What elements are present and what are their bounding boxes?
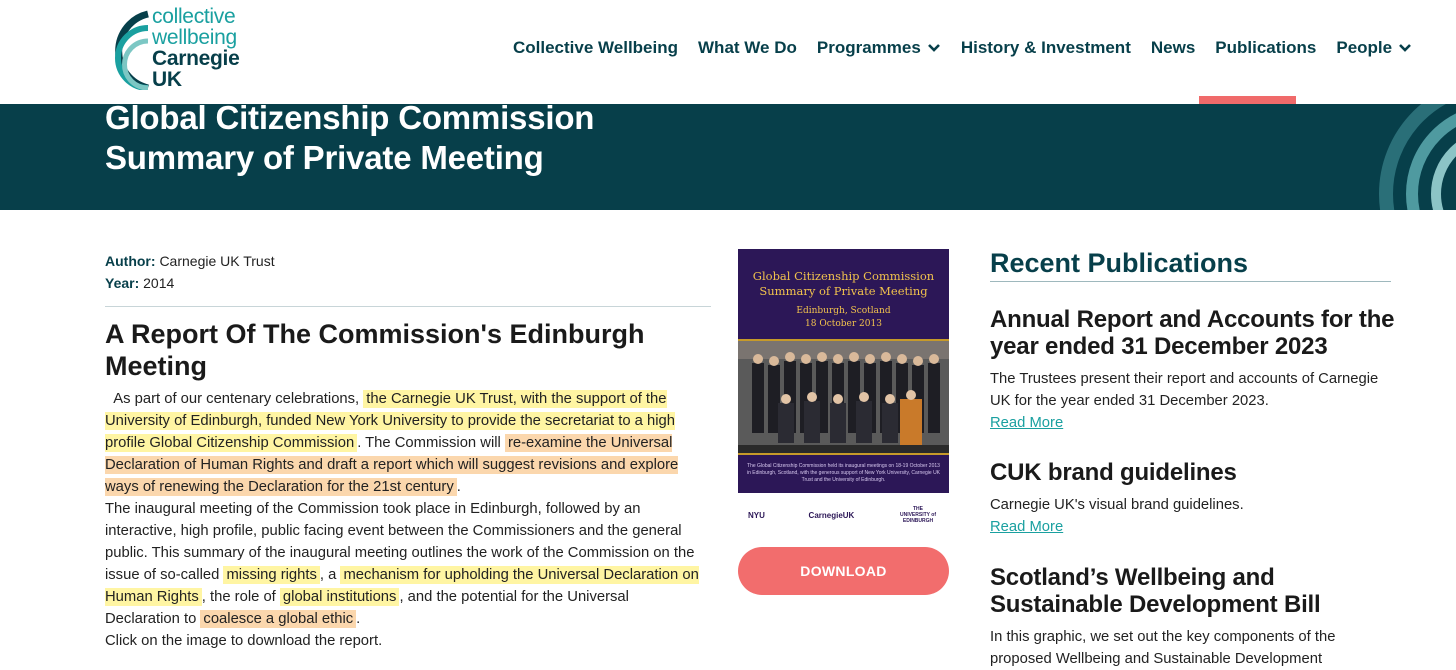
- nav-label: Collective Wellbeing: [513, 38, 679, 57]
- nav-item-people[interactable]: People: [1336, 37, 1412, 59]
- cover-group-photo: [738, 339, 949, 455]
- page-title-line-2: Summary of Private Meeting: [105, 139, 544, 176]
- cover-title: Global Citizenship Commission Summary of…: [738, 269, 949, 299]
- publication-title[interactable]: Scotland’s Wellbeing and Sustainable Dev…: [990, 564, 1400, 618]
- site-header: collective wellbeing Carnegie UK Collect…: [0, 0, 1456, 104]
- publication-title[interactable]: CUK brand guidelines: [990, 459, 1400, 486]
- download-hint: Click on the image to download the repor…: [105, 633, 383, 649]
- meta-divider: [105, 306, 711, 307]
- report-body: As part of our centenary celebrations, t…: [105, 388, 705, 652]
- chevron-down-icon: [927, 44, 940, 52]
- page-banner: Global Citizenship Commission Summary of…: [0, 104, 1456, 210]
- text: , the role of: [201, 589, 276, 605]
- publication-item: CUK brand guidelines Carnegie UK's visua…: [990, 459, 1400, 538]
- carnegie-uk-logo: CarnegieUK: [808, 510, 855, 520]
- logo-line-2: wellbeing: [152, 26, 237, 49]
- page-title: Global Citizenship Commission Summary of…: [105, 104, 594, 178]
- nav-label: What We Do: [698, 38, 797, 57]
- nav-label: People: [1336, 38, 1393, 57]
- highlight-yellow: missing rights: [223, 566, 320, 584]
- sidebar-divider: [990, 281, 1391, 282]
- nav-item-publications[interactable]: Publications: [1215, 37, 1316, 59]
- logo-wordmark: collective wellbeing Carnegie UK: [152, 5, 240, 91]
- banner-arcs-icon: [1379, 104, 1456, 210]
- site-logo[interactable]: collective wellbeing Carnegie UK: [104, 5, 264, 91]
- cover-title-line-1: Global Citizenship Commission: [752, 269, 935, 283]
- recent-publications-heading: Recent Publications: [990, 248, 1249, 278]
- report-cover-image[interactable]: Global Citizenship Commission Summary of…: [738, 249, 949, 493]
- highlight-yellow: global institutions: [279, 588, 400, 606]
- nav-item-news[interactable]: News: [1151, 37, 1195, 59]
- author-value: Carnegie UK Trust: [159, 253, 275, 269]
- partner-logos: NYU CarnegieUK THE UNIVERSITY of EDINBUR…: [748, 500, 938, 530]
- author-label: Author:: [105, 253, 156, 269]
- publication-title[interactable]: Annual Report and Accounts for the year …: [990, 306, 1400, 360]
- read-more-link[interactable]: Read More: [990, 412, 1063, 434]
- page-title-line-1: Global Citizenship Commission: [105, 104, 595, 136]
- nav-item-collective-wellbeing[interactable]: Collective Wellbeing: [513, 37, 678, 59]
- year-label: Year:: [105, 275, 140, 291]
- chevron-down-icon: [1399, 44, 1412, 52]
- publication-item: Annual Report and Accounts for the year …: [990, 306, 1400, 434]
- publication-description: Carnegie UK's visual brand guidelines.: [990, 497, 1244, 513]
- logo-line-3: Carnegie: [152, 47, 240, 70]
- nav-item-what-we-do[interactable]: What We Do: [698, 37, 797, 59]
- report-title: A Report Of The Commission's Edinburgh M…: [105, 319, 645, 381]
- main-nav: Collective Wellbeing What We Do Programm…: [513, 37, 1432, 59]
- text: As part of our centenary celebrations,: [113, 391, 360, 407]
- cover-date: 18 October 2013: [805, 319, 882, 329]
- nav-item-history-investment[interactable]: History & Investment: [961, 37, 1131, 59]
- text: .: [456, 479, 461, 495]
- year-row: Year: 2014: [105, 272, 275, 294]
- cover-title-line-2: Summary of Private Meeting: [759, 284, 928, 298]
- nav-label: Publications: [1215, 38, 1317, 57]
- logo-line-4: UK: [152, 68, 182, 91]
- cover-subtitle: Edinburgh, Scotland 18 October 2013: [738, 305, 949, 331]
- cover-footnote: The Global Citizenship Commission held i…: [746, 463, 941, 483]
- logo-arcs-icon: [115, 10, 149, 90]
- nyu-logo: NYU: [748, 510, 765, 520]
- read-more-link[interactable]: Read More: [990, 516, 1063, 538]
- edinburgh-logo: THE UNIVERSITY of EDINBURGH: [899, 506, 937, 524]
- author-row: Author: Carnegie UK Trust: [105, 250, 275, 272]
- year-value: 2014: [143, 275, 175, 291]
- publication-description: In this graphic, we set out the key comp…: [990, 629, 1336, 667]
- text: .: [356, 611, 361, 627]
- publication-item: Scotland’s Wellbeing and Sustainable Dev…: [990, 564, 1400, 670]
- highlight-orange: coalesce a global ethic: [200, 610, 357, 628]
- publication-description: The Trustees present their report and ac…: [990, 371, 1379, 409]
- cover-place: Edinburgh, Scotland: [796, 306, 891, 316]
- nav-label: Programmes: [816, 38, 921, 57]
- logo-line-1: collective: [152, 5, 236, 28]
- text: . The Commission will: [357, 435, 501, 451]
- publication-meta: Author: Carnegie UK Trust Year: 2014: [105, 250, 275, 294]
- text: , a: [319, 567, 337, 583]
- active-nav-indicator: [1199, 96, 1296, 104]
- nav-label: History & Investment: [960, 38, 1131, 57]
- nav-item-programmes[interactable]: Programmes: [817, 37, 941, 59]
- download-button[interactable]: DOWNLOAD: [738, 547, 949, 595]
- group-photo-illustration: [738, 341, 949, 453]
- nav-label: News: [1150, 38, 1196, 57]
